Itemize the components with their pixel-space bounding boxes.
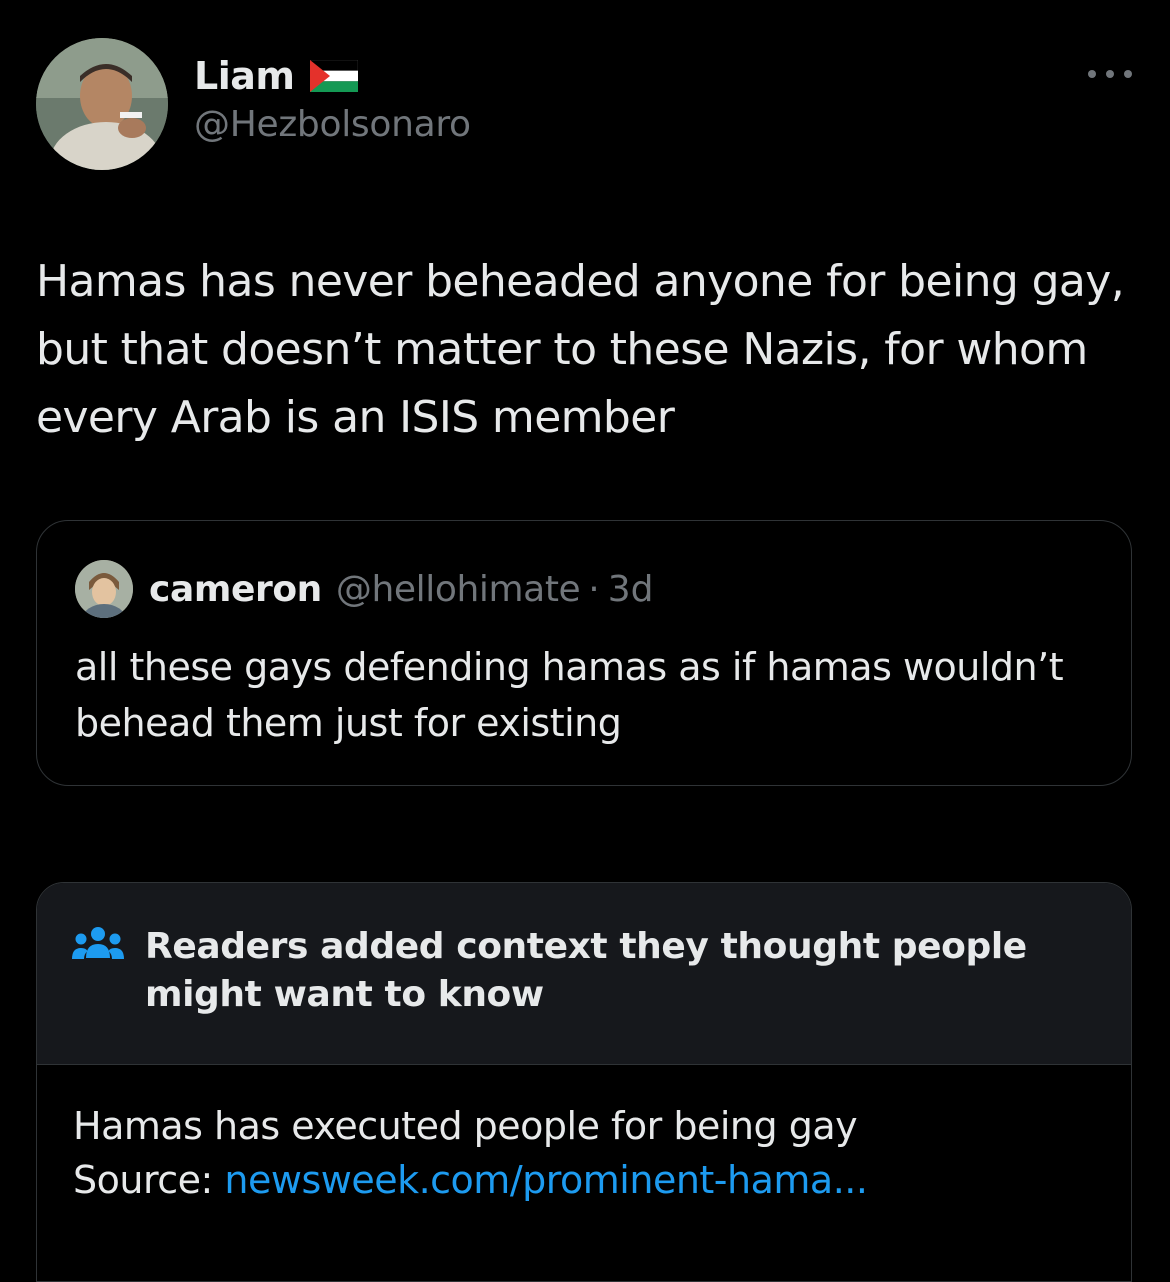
more-horizontal-icon[interactable] — [1088, 66, 1132, 82]
palestine-flag-icon — [310, 59, 359, 92]
more-dot — [1106, 70, 1114, 78]
people-icon — [71, 925, 125, 965]
community-note-text: Hamas has executed people for being gay — [73, 1104, 858, 1148]
display-name-row: Liam — [194, 52, 471, 100]
community-note-source-label: Source: — [73, 1158, 225, 1202]
quoted-separator: · — [588, 568, 600, 610]
quoted-author-avatar[interactable] — [75, 560, 133, 618]
community-note-header: Readers added context they thought peopl… — [37, 883, 1131, 1065]
quoted-avatar-image — [75, 560, 133, 618]
quoted-author-display-name[interactable]: cameron — [149, 569, 322, 610]
quoted-tweet-header: cameron @hellohimate · 3d — [75, 559, 654, 619]
quoted-tweet[interactable]: cameron @hellohimate · 3d all these gays… — [36, 520, 1132, 786]
quoted-timestamp[interactable]: 3d — [608, 569, 654, 610]
community-note: Readers added context they thought peopl… — [36, 882, 1132, 1282]
more-dot — [1088, 70, 1096, 78]
quoted-tweet-text: all these gays defending hamas as if ham… — [75, 645, 1064, 745]
community-note-source-link[interactable]: newsweek.com/prominent-hama... — [224, 1158, 868, 1202]
author-avatar[interactable] — [36, 38, 168, 170]
quoted-author-handle[interactable]: @hellohimate — [336, 569, 581, 610]
community-note-title: Readers added context they thought peopl… — [145, 926, 1027, 1015]
tweet-text: Hamas has never beheaded anyone for bein… — [36, 256, 1125, 443]
tweet-header: Liam @Hezbolsonaro — [36, 38, 1136, 170]
more-dot — [1124, 70, 1132, 78]
author-display-name[interactable]: Liam — [194, 54, 295, 98]
author-names: Liam @Hezbolsonaro — [194, 52, 471, 145]
community-note-source-row: Source: newsweek.com/prominent-hama... — [73, 1153, 1093, 1207]
author-handle[interactable]: @Hezbolsonaro — [194, 104, 471, 145]
author-avatar-image — [36, 38, 168, 170]
community-note-body: Hamas has executed people for being gay … — [73, 1099, 1093, 1207]
